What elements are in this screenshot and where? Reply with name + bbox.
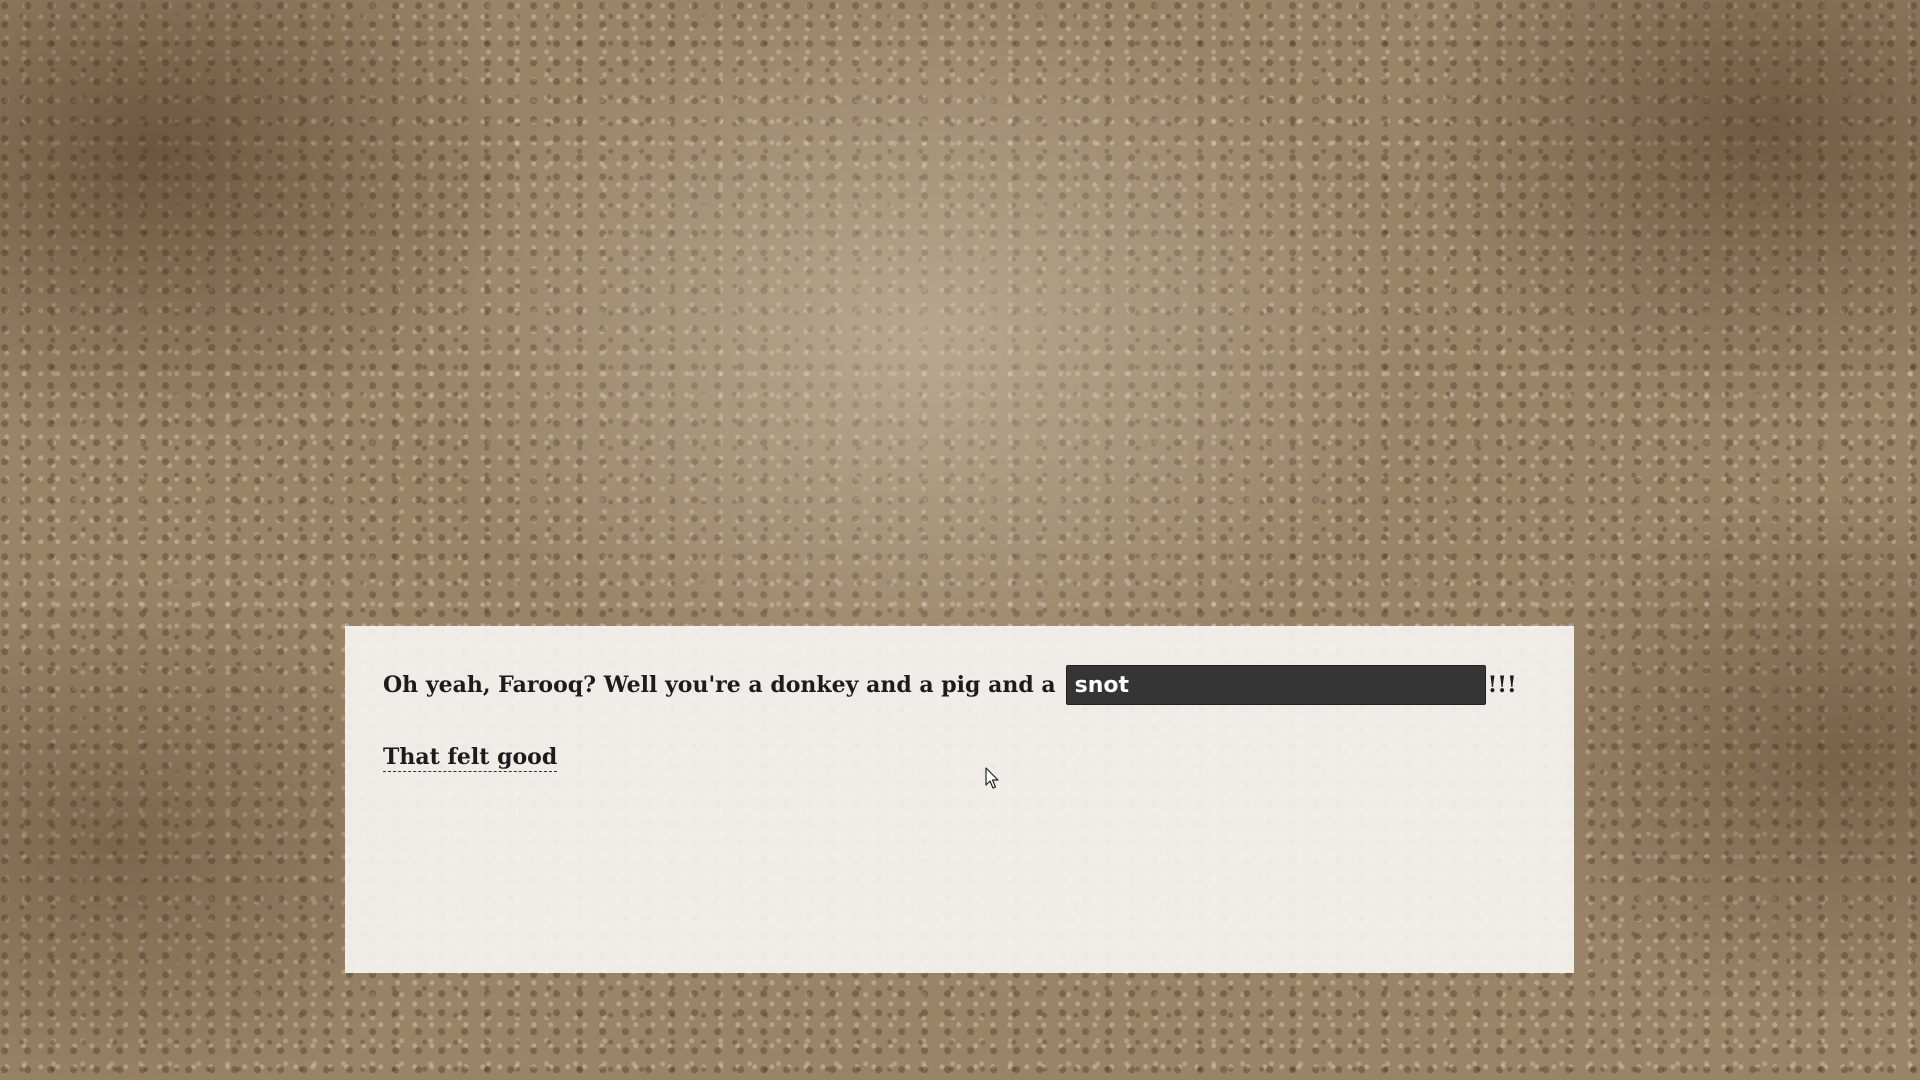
story-panel: Oh yeah, Farooq? Well you're a donkey an… xyxy=(345,626,1574,973)
continue-link[interactable]: That felt good xyxy=(383,744,558,772)
prompt-text: Oh yeah, Farooq? Well you're a donkey an… xyxy=(383,672,1056,698)
prompt-suffix: !!! xyxy=(1487,672,1517,698)
prompt-line: Oh yeah, Farooq? Well you're a donkey an… xyxy=(383,664,1536,706)
mouse-pointer-icon xyxy=(985,767,999,789)
answer-input[interactable] xyxy=(1065,665,1486,705)
